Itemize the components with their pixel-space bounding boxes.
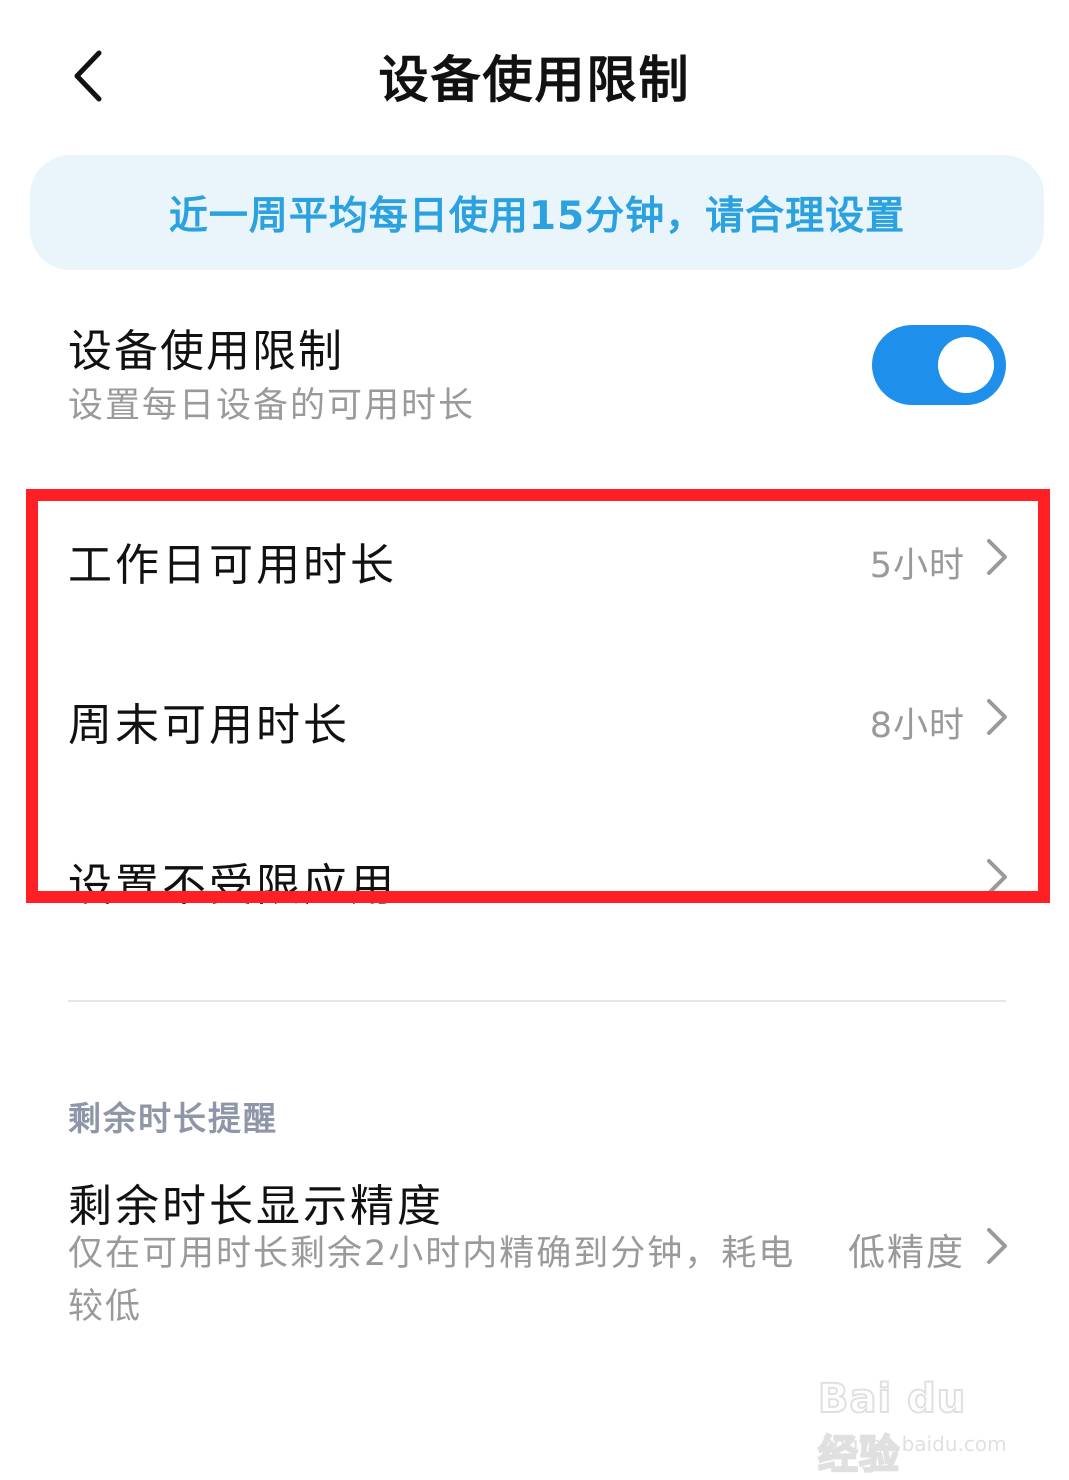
usage-limit-subtitle: 设置每日设备的可用时长 <box>68 386 476 426</box>
usage-info-banner: 近一周平均每日使用15分钟，请合理设置 <box>30 155 1044 270</box>
watermark-url: jingyan.baidu.com <box>822 1432 1007 1456</box>
highlight-annotation-box <box>26 489 1050 903</box>
display-precision-value: 低精度 <box>848 1231 965 1274</box>
usage-limit-row[interactable]: 设备使用限制 设置每日设备的可用时长 <box>0 305 1069 445</box>
toggle-knob <box>938 337 994 393</box>
display-precision-desc: 仅在可用时长剩余2小时内精确到分钟，耗电较低 <box>68 1234 796 1327</box>
reminder-section-header: 剩余时长提醒 <box>68 1099 278 1138</box>
usage-limit-toggle[interactable] <box>872 325 1006 405</box>
display-precision-row[interactable]: 剩余时长显示精度 仅在可用时长剩余2小时内精确到分钟，耗电较低 低精度 <box>0 1160 1069 1330</box>
usage-limit-title: 设备使用限制 <box>68 326 344 377</box>
watermark-logo: Bai du 经验 <box>817 1375 967 1479</box>
page-title: 设备使用限制 <box>378 51 691 109</box>
section-divider <box>68 1000 1006 1002</box>
usage-info-text: 近一周平均每日使用15分钟，请合理设置 <box>168 193 906 239</box>
display-precision-title: 剩余时长显示精度 <box>68 1181 444 1232</box>
baidu-watermark: Bai du 经验 jingyan.baidu.com <box>817 1368 1018 1479</box>
chevron-right-icon <box>987 1228 1007 1264</box>
